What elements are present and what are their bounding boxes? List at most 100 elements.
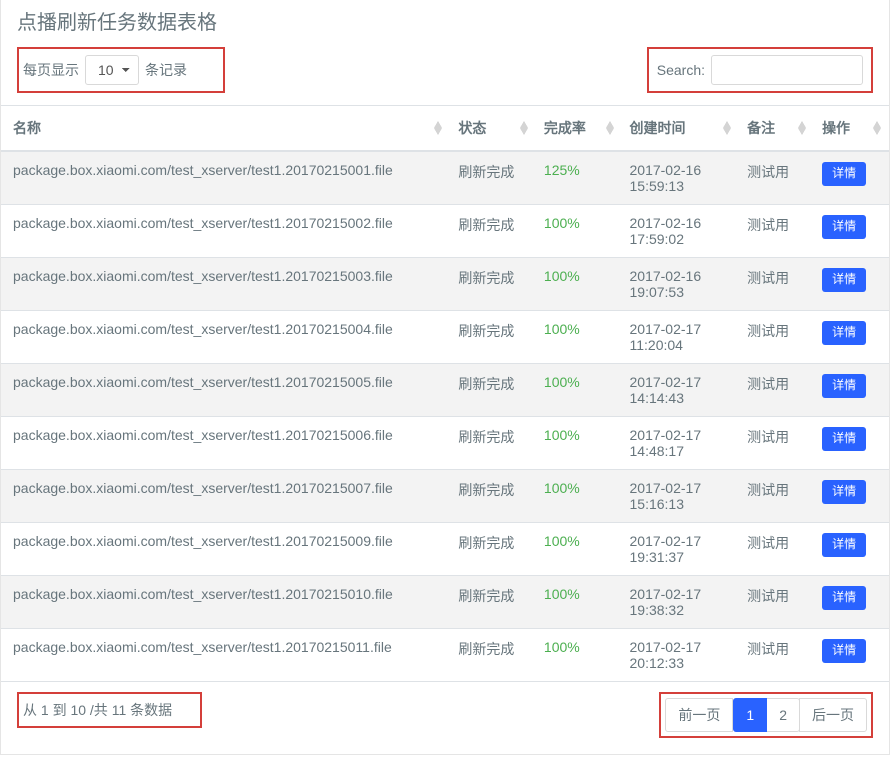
cell-status: 刷新完成 <box>450 470 536 523</box>
detail-button[interactable]: 详情 <box>822 480 866 504</box>
cell-action: 详情 <box>814 417 889 470</box>
search-label: Search: <box>657 62 705 78</box>
page-next-button[interactable]: 后一页 <box>799 698 867 732</box>
cell-action: 详情 <box>814 470 889 523</box>
cell-note: 测试用 <box>739 258 814 311</box>
cell-note: 测试用 <box>739 417 814 470</box>
data-table: 名称 状态 完成率 创建时间 备注 操作 package.box.xiaomi.… <box>1 105 889 681</box>
table-row: package.box.xiaomi.com/test_xserver/test… <box>1 311 889 364</box>
cell-time: 2017-02-17 14:14:43 <box>622 364 740 417</box>
table-row: package.box.xiaomi.com/test_xserver/test… <box>1 629 889 682</box>
cell-rate: 125% <box>536 151 622 205</box>
cell-rate: 100% <box>536 364 622 417</box>
cell-status: 刷新完成 <box>450 576 536 629</box>
panel: 点播刷新任务数据表格 每页显示 10 条记录 Search: 名称 状态 完成率… <box>0 0 890 755</box>
cell-rate: 100% <box>536 311 622 364</box>
search-control: Search: <box>647 47 873 93</box>
cell-name: package.box.xiaomi.com/test_xserver/test… <box>1 311 450 364</box>
cell-name: package.box.xiaomi.com/test_xserver/test… <box>1 364 450 417</box>
cell-note: 测试用 <box>739 364 814 417</box>
cell-note: 测试用 <box>739 629 814 682</box>
page-length-select[interactable]: 10 <box>85 55 139 85</box>
cell-name: package.box.xiaomi.com/test_xserver/test… <box>1 258 450 311</box>
cell-action: 详情 <box>814 576 889 629</box>
page-length-control: 每页显示 10 条记录 <box>17 47 225 93</box>
cell-note: 测试用 <box>739 523 814 576</box>
cell-time: 2017-02-16 19:07:53 <box>622 258 740 311</box>
cell-note: 测试用 <box>739 311 814 364</box>
cell-name: package.box.xiaomi.com/test_xserver/test… <box>1 470 450 523</box>
detail-button[interactable]: 详情 <box>822 533 866 557</box>
detail-button[interactable]: 详情 <box>822 162 866 186</box>
col-header-name[interactable]: 名称 <box>1 106 450 152</box>
cell-action: 详情 <box>814 258 889 311</box>
cell-status: 刷新完成 <box>450 205 536 258</box>
bottom-controls: 从 1 到 10 /共 11 条数据 前一页 12 后一页 <box>1 681 889 754</box>
cell-status: 刷新完成 <box>450 629 536 682</box>
cell-rate: 100% <box>536 629 622 682</box>
cell-name: package.box.xiaomi.com/test_xserver/test… <box>1 576 450 629</box>
cell-rate: 100% <box>536 205 622 258</box>
detail-button[interactable]: 详情 <box>822 268 866 292</box>
table-row: package.box.xiaomi.com/test_xserver/test… <box>1 205 889 258</box>
cell-name: package.box.xiaomi.com/test_xserver/test… <box>1 417 450 470</box>
detail-button[interactable]: 详情 <box>822 374 866 398</box>
cell-name: package.box.xiaomi.com/test_xserver/test… <box>1 523 450 576</box>
cell-name: package.box.xiaomi.com/test_xserver/test… <box>1 629 450 682</box>
detail-button[interactable]: 详情 <box>822 586 866 610</box>
cell-time: 2017-02-17 20:12:33 <box>622 629 740 682</box>
table-row: package.box.xiaomi.com/test_xserver/test… <box>1 258 889 311</box>
pagination-info: 从 1 到 10 /共 11 条数据 <box>17 692 202 728</box>
cell-status: 刷新完成 <box>450 364 536 417</box>
panel-title: 点播刷新任务数据表格 <box>1 0 889 39</box>
cell-note: 测试用 <box>739 576 814 629</box>
cell-time: 2017-02-17 11:20:04 <box>622 311 740 364</box>
cell-rate: 100% <box>536 470 622 523</box>
table-row: package.box.xiaomi.com/test_xserver/test… <box>1 151 889 205</box>
cell-rate: 100% <box>536 576 622 629</box>
cell-note: 测试用 <box>739 151 814 205</box>
detail-button[interactable]: 详情 <box>822 427 866 451</box>
cell-time: 2017-02-17 19:31:37 <box>622 523 740 576</box>
cell-action: 详情 <box>814 629 889 682</box>
cell-time: 2017-02-17 14:48:17 <box>622 417 740 470</box>
page-number-button[interactable]: 1 <box>733 698 767 732</box>
cell-status: 刷新完成 <box>450 417 536 470</box>
page-prev-button[interactable]: 前一页 <box>665 698 733 732</box>
table-row: package.box.xiaomi.com/test_xserver/test… <box>1 417 889 470</box>
detail-button[interactable]: 详情 <box>822 215 866 239</box>
cell-time: 2017-02-17 19:38:32 <box>622 576 740 629</box>
length-prefix: 每页显示 <box>23 60 79 80</box>
cell-rate: 100% <box>536 258 622 311</box>
top-controls: 每页显示 10 条记录 Search: <box>1 39 889 105</box>
cell-rate: 100% <box>536 417 622 470</box>
length-suffix: 条记录 <box>145 60 187 80</box>
table-row: package.box.xiaomi.com/test_xserver/test… <box>1 364 889 417</box>
table-row: package.box.xiaomi.com/test_xserver/test… <box>1 576 889 629</box>
detail-button[interactable]: 详情 <box>822 321 866 345</box>
col-header-status[interactable]: 状态 <box>450 106 536 152</box>
search-input[interactable] <box>711 55 863 85</box>
cell-action: 详情 <box>814 311 889 364</box>
cell-time: 2017-02-16 15:59:13 <box>622 151 740 205</box>
cell-time: 2017-02-17 15:16:13 <box>622 470 740 523</box>
cell-status: 刷新完成 <box>450 151 536 205</box>
cell-action: 详情 <box>814 364 889 417</box>
cell-name: package.box.xiaomi.com/test_xserver/test… <box>1 151 450 205</box>
detail-button[interactable]: 详情 <box>822 639 866 663</box>
table-row: package.box.xiaomi.com/test_xserver/test… <box>1 470 889 523</box>
col-header-note[interactable]: 备注 <box>739 106 814 152</box>
cell-action: 详情 <box>814 151 889 205</box>
cell-note: 测试用 <box>739 205 814 258</box>
cell-status: 刷新完成 <box>450 523 536 576</box>
table-row: package.box.xiaomi.com/test_xserver/test… <box>1 523 889 576</box>
col-header-time[interactable]: 创建时间 <box>622 106 740 152</box>
cell-name: package.box.xiaomi.com/test_xserver/test… <box>1 205 450 258</box>
cell-status: 刷新完成 <box>450 258 536 311</box>
col-header-rate[interactable]: 完成率 <box>536 106 622 152</box>
cell-time: 2017-02-16 17:59:02 <box>622 205 740 258</box>
page-number-button[interactable]: 2 <box>766 698 800 732</box>
col-header-action[interactable]: 操作 <box>814 106 889 152</box>
cell-action: 详情 <box>814 205 889 258</box>
cell-rate: 100% <box>536 523 622 576</box>
